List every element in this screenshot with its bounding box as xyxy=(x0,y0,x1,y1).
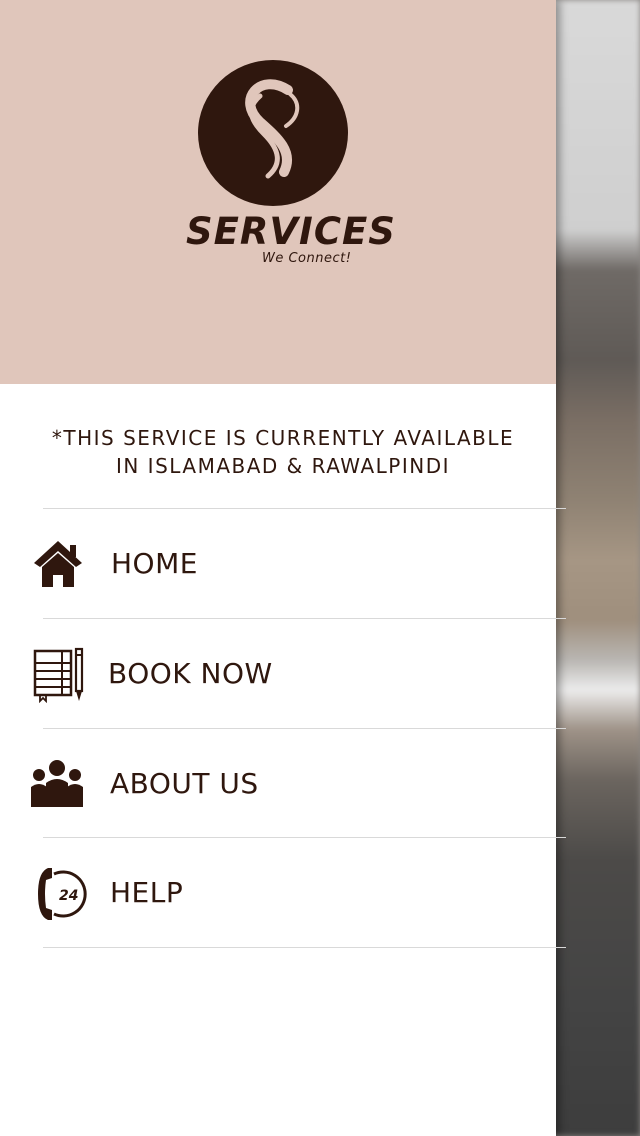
menu-item-book-now[interactable]: BOOK NOW xyxy=(0,619,566,728)
menu-item-help[interactable]: 24 HELP xyxy=(0,838,566,947)
brand-tagline: We Connect! xyxy=(262,251,352,266)
menu-item-label: ABOUT US xyxy=(110,767,259,800)
service-area-notice: *THIS SERVICE IS CURRENTLY AVAILABLE IN … xyxy=(0,424,566,480)
notebook-pencil-icon xyxy=(32,647,88,704)
drawer-header: SERVICES We Connect! xyxy=(0,0,556,384)
group-icon xyxy=(28,757,84,813)
menu-item-home[interactable]: HOME xyxy=(0,509,566,618)
menu-item-label: BOOK NOW xyxy=(108,657,273,690)
menu-item-label: HELP xyxy=(110,876,184,909)
s-monogram-logo xyxy=(198,60,348,206)
phone-24-icon: 24 xyxy=(32,864,88,920)
home-icon xyxy=(30,537,86,593)
brand-name: SERVICES xyxy=(186,210,396,253)
app-screen: SERVICES We Connect! *THIS SERVICE IS CU… xyxy=(0,0,640,1136)
navigation-drawer: SERVICES We Connect! *THIS SERVICE IS CU… xyxy=(0,0,566,1136)
menu-item-label: HOME xyxy=(111,547,198,580)
notice-line-1: *THIS SERVICE IS CURRENTLY AVAILABLE xyxy=(51,426,515,450)
help-24-text: 24 xyxy=(59,888,78,904)
menu-divider xyxy=(43,947,566,948)
notice-line-2: IN ISLAMABAD & RAWALPINDI xyxy=(115,454,451,478)
menu-item-about-us[interactable]: ABOUT US xyxy=(0,729,566,838)
